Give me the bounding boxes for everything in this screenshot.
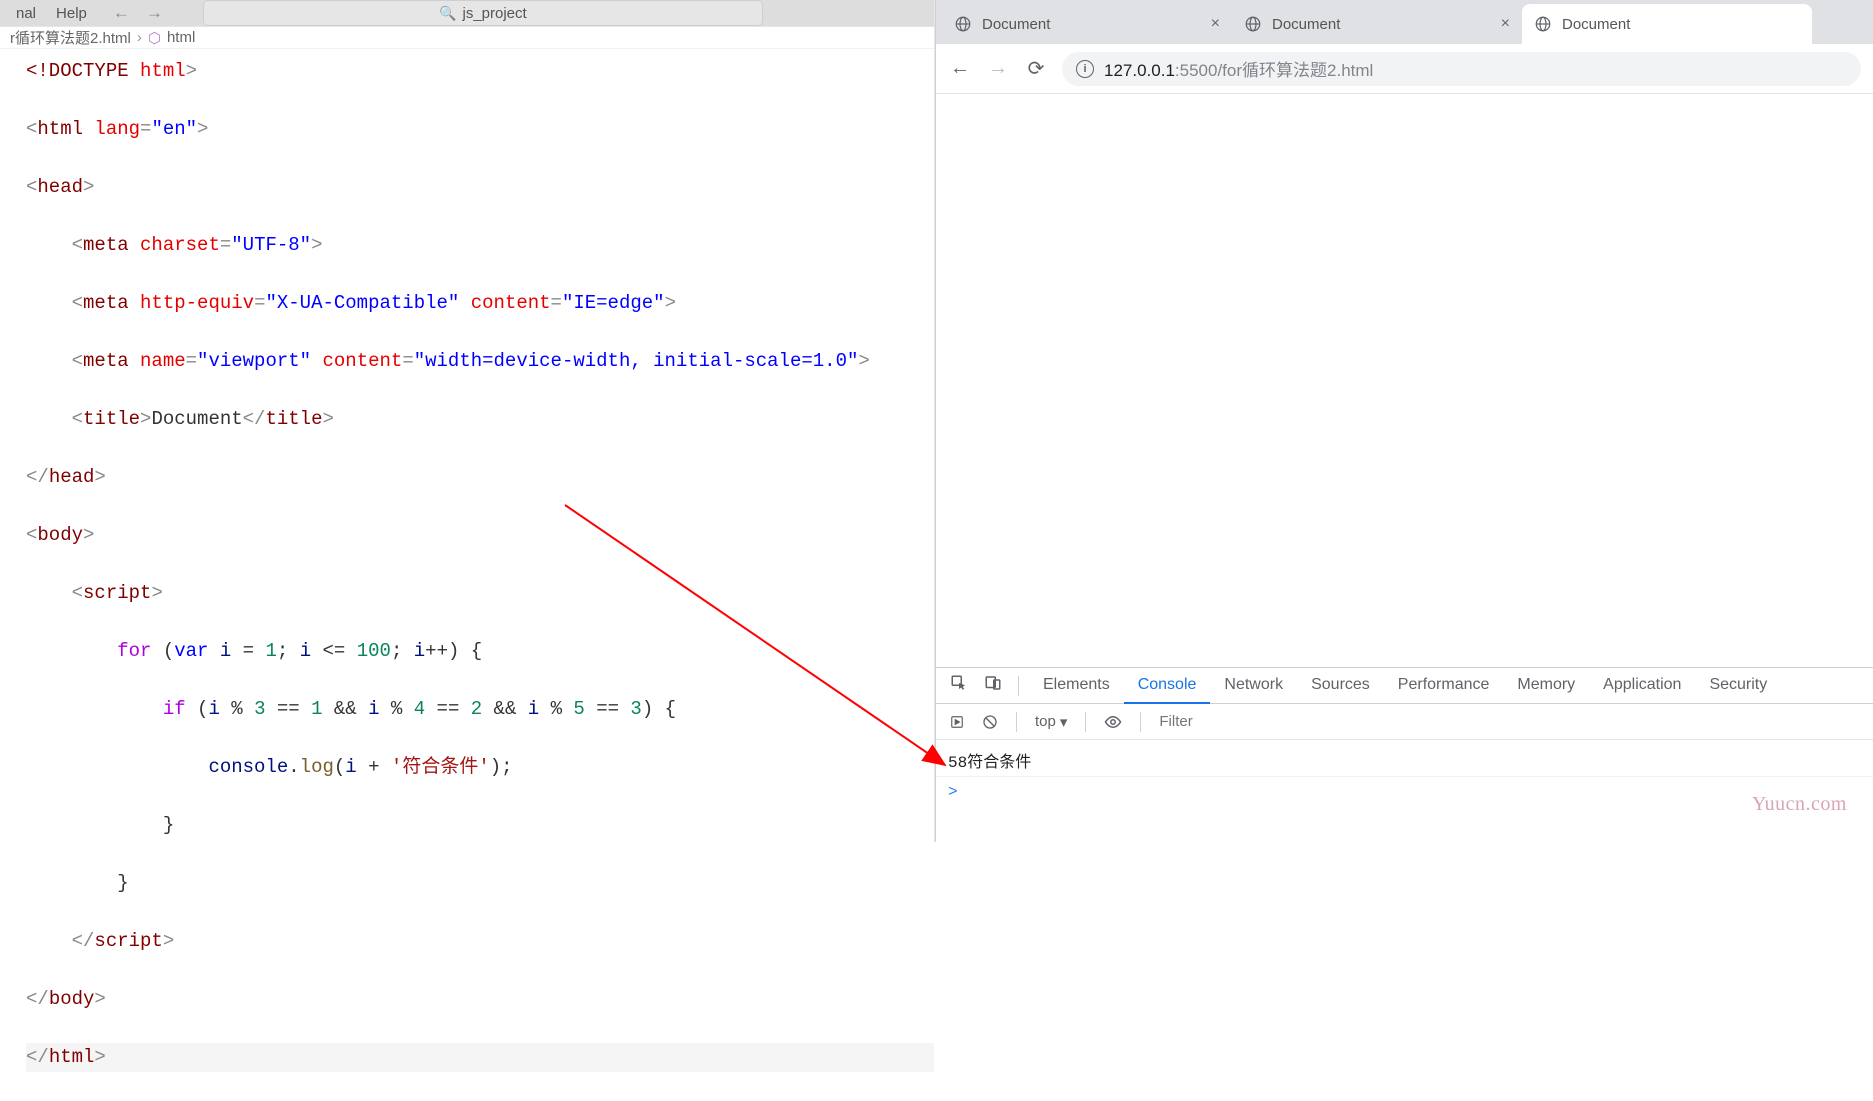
search-icon: 🔍 <box>439 5 456 22</box>
code-line[interactable]: } <box>26 869 934 898</box>
address-text: 127.0.0.1:5500/for循环算法题2.html <box>1104 56 1373 81</box>
code-line[interactable]: </html> <box>26 1043 934 1072</box>
code-line[interactable]: } <box>26 811 934 840</box>
console-filter-input[interactable] <box>1153 710 1865 734</box>
chevron-right-icon: › <box>137 29 142 46</box>
code-line[interactable]: for (var i = 1; i <= 100; i++) { <box>26 637 934 666</box>
globe-icon <box>954 15 972 33</box>
inspect-icon[interactable] <box>944 670 974 701</box>
chrome-browser-pane: Document × Document × Document ← → ⟳ i 127.0… <box>935 0 1873 842</box>
search-placeholder-text: js_project <box>463 5 527 22</box>
breadcrumb-symbol: html <box>167 29 195 46</box>
code-line[interactable]: <meta charset="UTF-8"> <box>26 231 934 260</box>
code-line[interactable]: <!DOCTYPE html> <box>26 57 934 86</box>
devtools-tab-memory[interactable]: Memory <box>1503 668 1589 704</box>
globe-icon <box>1534 15 1552 33</box>
globe-icon <box>1244 15 1262 33</box>
console-log-entry[interactable]: 58符合条件 <box>936 744 1873 777</box>
devtools-tab-security[interactable]: Security <box>1695 668 1781 704</box>
devtools-panel: ElementsConsoleNetworkSourcesPerformance… <box>936 667 1873 842</box>
console-eye-icon[interactable] <box>1098 709 1128 735</box>
code-line[interactable]: <script> <box>26 579 934 608</box>
console-play-icon[interactable] <box>944 711 970 733</box>
devtools-tab-network[interactable]: Network <box>1210 668 1297 704</box>
browser-tab-label: Document <box>1562 16 1800 33</box>
browser-tab-label: Document <box>1272 16 1491 33</box>
nav-forward-icon[interactable]: → <box>140 3 169 23</box>
code-line[interactable]: console.log(i + '符合条件'); <box>26 753 934 782</box>
code-line[interactable]: </body> <box>26 985 934 1014</box>
chrome-toolbar: ← → ⟳ i 127.0.0.1:5500/for循环算法题2.html <box>936 44 1873 94</box>
code-line[interactable]: </head> <box>26 463 934 492</box>
code-line[interactable]: <title>Document</title> <box>26 405 934 434</box>
command-center-search[interactable]: 🔍 js_project <box>203 0 763 26</box>
browser-reload-button[interactable]: ⟳ <box>1024 57 1048 81</box>
chrome-tabstrip: Document × Document × Document <box>936 0 1873 44</box>
devtools-tab-performance[interactable]: Performance <box>1384 668 1504 704</box>
console-output: 58符合条件 > <box>936 740 1873 842</box>
devtools-tab-elements[interactable]: Elements <box>1029 668 1124 704</box>
device-toggle-icon[interactable] <box>978 670 1008 701</box>
code-line[interactable]: <head> <box>26 173 934 202</box>
site-info-icon[interactable]: i <box>1076 60 1094 78</box>
symbol-icon: ⬡ <box>148 29 161 47</box>
browser-tab[interactable]: Document × <box>1232 4 1522 44</box>
browser-back-button[interactable]: ← <box>948 57 972 81</box>
browser-forward-button[interactable]: → <box>986 57 1010 81</box>
vscode-editor-pane: nal Help ← → 🔍 js_project <>案例二_判断是否可以申请… <box>0 0 935 842</box>
browser-tab[interactable]: Document <box>1522 4 1812 44</box>
devtools-tabbar: ElementsConsoleNetworkSourcesPerformance… <box>936 668 1873 704</box>
menu-terminal[interactable]: nal <box>6 5 46 22</box>
breadcrumb-file: r循环算法题2.html <box>10 27 131 48</box>
editor-titlebar: nal Help ← → 🔍 js_project <box>0 0 934 26</box>
code-line[interactable]: <html lang="en"> <box>26 115 934 144</box>
address-bar[interactable]: i 127.0.0.1:5500/for循环算法题2.html <box>1062 52 1861 86</box>
devtools-tab-sources[interactable]: Sources <box>1297 668 1384 704</box>
console-clear-icon[interactable] <box>976 710 1004 734</box>
chevron-down-icon: ▾ <box>1060 713 1068 731</box>
browser-tab[interactable]: Document × <box>942 4 1232 44</box>
code-editor[interactable]: <!DOCTYPE html> <html lang="en"> <head> … <box>0 49 934 1101</box>
code-line[interactable]: </script> <box>26 927 934 956</box>
code-line[interactable]: <meta http-equiv="X-UA-Compatible" conte… <box>26 289 934 318</box>
tab-close-icon[interactable]: × <box>1501 15 1510 33</box>
browser-viewport <box>936 94 1873 667</box>
watermark-text: Yuucn.com <box>1752 793 1847 816</box>
console-toolbar: top ▾ <box>936 704 1873 740</box>
console-prompt[interactable]: > <box>936 777 1873 807</box>
nav-back-icon[interactable]: ← <box>107 3 136 23</box>
code-line[interactable]: <meta name="viewport" content="width=dev… <box>26 347 934 376</box>
menu-help[interactable]: Help <box>46 5 97 22</box>
breadcrumb[interactable]: r循环算法题2.html › ⬡ html <box>0 27 934 49</box>
console-context-selector[interactable]: top ▾ <box>1029 709 1073 735</box>
tab-close-icon[interactable]: × <box>1211 15 1220 33</box>
devtools-tab-console[interactable]: Console <box>1124 668 1211 704</box>
devtools-tab-application[interactable]: Application <box>1589 668 1695 704</box>
code-line[interactable]: if (i % 3 == 1 && i % 4 == 2 && i % 5 ==… <box>26 695 934 724</box>
browser-tab-label: Document <box>982 16 1201 33</box>
code-line[interactable]: <body> <box>26 521 934 550</box>
